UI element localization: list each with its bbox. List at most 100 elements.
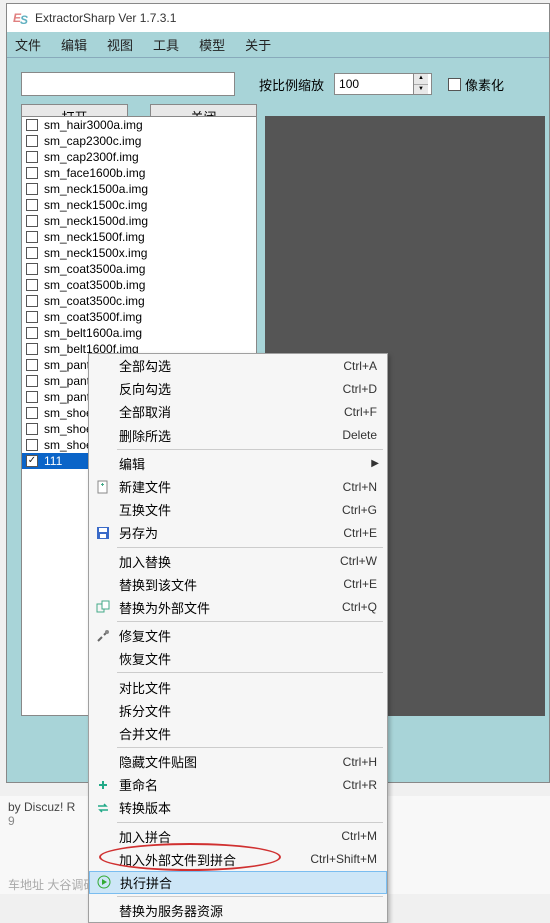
menu-item-label: 加入拼合 — [119, 827, 171, 846]
menu-item[interactable]: 全部勾选Ctrl+A — [89, 354, 387, 377]
list-item-label: sm_cap2300f.img — [44, 150, 139, 164]
checkbox-icon[interactable] — [26, 359, 38, 371]
menu-item[interactable]: 加入拼合Ctrl+M — [89, 825, 387, 848]
list-item[interactable]: sm_neck1500d.img — [22, 213, 256, 229]
checkbox-icon[interactable] — [26, 119, 38, 131]
list-item[interactable]: sm_coat3500b.img — [22, 277, 256, 293]
menu-file[interactable]: 文件 — [15, 35, 41, 54]
menu-model[interactable]: 模型 — [199, 35, 225, 54]
zoom-up[interactable]: ▲ — [414, 74, 428, 85]
list-item[interactable]: sm_cap2300c.img — [22, 133, 256, 149]
menu-item[interactable]: 恢复文件 — [89, 647, 387, 670]
checkbox-icon[interactable] — [26, 199, 38, 211]
list-item[interactable]: sm_neck1500f.img — [22, 229, 256, 245]
checkbox-icon[interactable] — [26, 439, 38, 451]
replace-icon — [95, 599, 111, 615]
menu-tools[interactable]: 工具 — [153, 35, 179, 54]
zoom-spinner[interactable]: ▲ ▼ — [334, 73, 432, 95]
checkbox-icon[interactable] — [26, 215, 38, 227]
menu-edit[interactable]: 编辑 — [61, 35, 87, 54]
list-item[interactable]: sm_face1600b.img — [22, 165, 256, 181]
context-menu: 全部勾选Ctrl+A反向勾选Ctrl+D全部取消Ctrl+F删除所选Delete… — [88, 353, 388, 923]
list-item[interactable]: sm_coat3500a.img — [22, 261, 256, 277]
zoom-value[interactable] — [335, 74, 413, 94]
menu-item[interactable]: 修复文件 — [89, 624, 387, 647]
checkbox-icon[interactable] — [26, 407, 38, 419]
menu-view[interactable]: 视图 — [107, 35, 133, 54]
checkbox-icon[interactable] — [26, 279, 38, 291]
checkbox-icon[interactable] — [26, 135, 38, 147]
menu-item[interactable]: 替换到该文件Ctrl+E — [89, 573, 387, 596]
checkbox-icon[interactable] — [26, 167, 38, 179]
list-item-label: sm_neck1500x.img — [44, 246, 147, 260]
checkbox-icon[interactable] — [26, 455, 38, 467]
zoom-label: 按比例缩放 — [259, 75, 324, 94]
list-item[interactable]: sm_coat3500f.img — [22, 309, 256, 325]
menu-item[interactable]: 加入外部文件到拼合Ctrl+Shift+M — [89, 848, 387, 871]
checkbox-icon[interactable] — [26, 343, 38, 355]
menu-item[interactable]: 另存为Ctrl+E — [89, 521, 387, 544]
checkbox-icon[interactable] — [26, 247, 38, 259]
menu-item[interactable]: 对比文件 — [89, 675, 387, 698]
svg-text:S: S — [20, 13, 28, 25]
menu-item[interactable]: 替换为服务器资源 — [89, 899, 387, 922]
checkbox-icon[interactable] — [26, 375, 38, 387]
checkbox-icon[interactable] — [26, 295, 38, 307]
menu-item[interactable]: 合并文件 — [89, 722, 387, 745]
menu-item[interactable]: 编辑 ▶ — [89, 452, 387, 475]
menu-item[interactable]: 反向勾选Ctrl+D — [89, 377, 387, 400]
list-item-label: sm_belt1600a.img — [44, 326, 142, 340]
menu-separator — [117, 672, 383, 673]
list-item[interactable]: sm_belt1600a.img — [22, 325, 256, 341]
menu-item-label: 替换为外部文件 — [119, 598, 210, 617]
menu-item[interactable]: 新建文件Ctrl+N — [89, 475, 387, 498]
list-item-label: sm_neck1500a.img — [44, 182, 148, 196]
pixelate-checkbox[interactable]: 像素化 — [448, 75, 504, 94]
checkbox-icon[interactable] — [26, 423, 38, 435]
menu-item-label: 拆分文件 — [119, 701, 171, 720]
checkbox-icon[interactable] — [26, 263, 38, 275]
checkbox-icon — [448, 78, 461, 91]
list-item[interactable]: sm_neck1500c.img — [22, 197, 256, 213]
menu-separator — [117, 747, 383, 748]
checkbox-icon[interactable] — [26, 151, 38, 163]
list-item[interactable]: sm_neck1500x.img — [22, 245, 256, 261]
menu-about[interactable]: 关于 — [245, 35, 271, 54]
menu-item[interactable]: 执行拼合 — [89, 871, 387, 894]
menu-shortcut: Ctrl+A — [343, 359, 377, 373]
menu-item-label: 编辑 — [119, 454, 145, 473]
checkbox-icon[interactable] — [26, 311, 38, 323]
list-item-label: sm_neck1500d.img — [44, 214, 148, 228]
menu-item-label: 删除所选 — [119, 426, 171, 445]
list-item[interactable]: sm_cap2300f.img — [22, 149, 256, 165]
list-item[interactable]: sm_coat3500c.img — [22, 293, 256, 309]
menu-separator — [117, 621, 383, 622]
checkbox-icon[interactable] — [26, 183, 38, 195]
menu-item[interactable]: 全部取消Ctrl+F — [89, 400, 387, 423]
menu-item-label: 另存为 — [119, 523, 158, 542]
menu-item[interactable]: 重命名Ctrl+R — [89, 773, 387, 796]
menu-item-label: 修复文件 — [119, 626, 171, 645]
checkbox-icon[interactable] — [26, 231, 38, 243]
menu-item-label: 新建文件 — [119, 477, 171, 496]
list-item[interactable]: sm_hair3000a.img — [22, 117, 256, 133]
menu-item[interactable]: 隐藏文件贴图Ctrl+H — [89, 750, 387, 773]
convert-icon — [95, 800, 111, 816]
run-icon — [96, 874, 112, 890]
menu-item[interactable]: 替换为外部文件 Ctrl+Q — [89, 596, 387, 619]
app-icon: ES — [13, 11, 29, 25]
footer-text1: by Discuz! R — [8, 800, 75, 814]
menu-shortcut: Ctrl+Q — [342, 600, 377, 614]
menu-item[interactable]: 删除所选Delete — [89, 424, 387, 447]
checkbox-icon[interactable] — [26, 327, 38, 339]
menu-item[interactable]: 拆分文件 — [89, 699, 387, 722]
checkbox-icon[interactable] — [26, 391, 38, 403]
menu-item[interactable]: 转换版本 — [89, 796, 387, 819]
path-input[interactable] — [21, 72, 235, 96]
list-item[interactable]: sm_neck1500a.img — [22, 181, 256, 197]
submenu-arrow-icon: ▶ — [371, 458, 379, 469]
menu-item[interactable]: 互换文件Ctrl+G — [89, 498, 387, 521]
zoom-down[interactable]: ▼ — [414, 85, 428, 95]
menu-item[interactable]: 加入替换Ctrl+W — [89, 550, 387, 573]
menu-shortcut: Ctrl+G — [342, 503, 377, 517]
